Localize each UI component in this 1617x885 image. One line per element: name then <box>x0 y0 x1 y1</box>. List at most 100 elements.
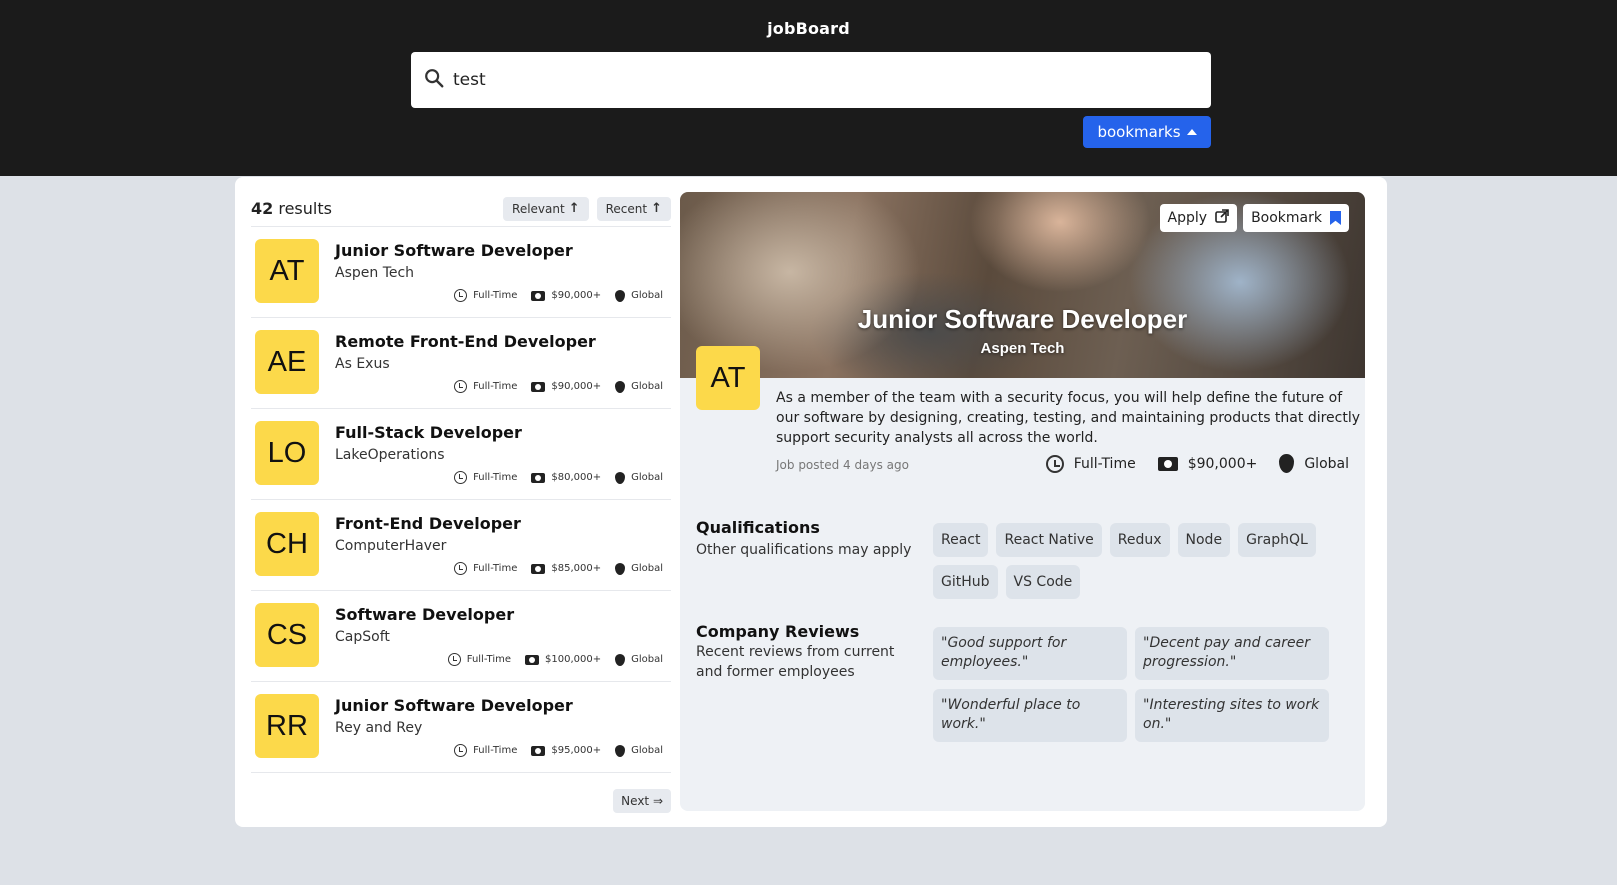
qualifications-title: Qualifications <box>696 518 820 537</box>
job-type: Full-Time <box>466 654 511 665</box>
job-title: Junior Software Developer <box>335 696 573 715</box>
posted-date: Job posted 4 days ago <box>776 458 909 472</box>
sort-recent-label: Recent <box>605 201 648 216</box>
sort-relevant-button[interactable]: Relevant ↑ <box>503 196 589 221</box>
job-salary: $90,000+ <box>551 381 602 392</box>
list-header: 42 results Relevant ↑ Recent ↑ <box>251 191 671 227</box>
apply-button[interactable]: Apply <box>1159 204 1238 232</box>
job-list-item[interactable]: RR Junior Software Developer Rey and Rey… <box>251 682 671 773</box>
apply-label: Apply <box>1167 210 1208 226</box>
qualifications-subtitle: Other qualifications may apply <box>696 542 912 558</box>
results-number: 42 <box>251 199 274 218</box>
company-logo: AT <box>255 239 319 303</box>
job-location: Global <box>631 381 663 392</box>
job-list-item[interactable]: AT Junior Software Developer Aspen Tech … <box>251 227 671 318</box>
review-card: "Decent pay and career progression." <box>1135 627 1329 680</box>
detail-type: Full-Time <box>1073 455 1136 472</box>
sort-recent-button[interactable]: Recent ↑ <box>596 196 671 221</box>
bookmark-button[interactable]: Bookmark <box>1243 204 1349 232</box>
detail-meta: Full-Time $90,000+ Global <box>1045 454 1349 473</box>
job-list-item[interactable]: AE Remote Front-End Developer As Exus Fu… <box>251 318 671 409</box>
qualification-tag: VS Code <box>1005 565 1081 599</box>
results-count: 42 results <box>251 199 332 218</box>
job-list-item[interactable]: CS Software Developer CapSoft Full-Time … <box>251 591 671 682</box>
job-description: As a member of the team with a security … <box>776 390 1361 446</box>
job-meta: Full-Time $100,000+ Global <box>447 653 663 666</box>
job-salary: $100,000+ <box>545 654 602 665</box>
brand-logo: jobBoard <box>767 19 850 38</box>
job-type: Full-Time <box>473 563 518 574</box>
top-bar: jobBoard test bookmarks <box>0 0 1617 176</box>
money-icon <box>1157 456 1178 471</box>
job-list-item[interactable]: CH Front-End Developer ComputerHaver Ful… <box>251 500 671 591</box>
review-card: "Interesting sites to work on." <box>1135 689 1329 742</box>
clock-icon <box>454 289 468 302</box>
bookmarks-button[interactable]: bookmarks <box>1083 116 1211 148</box>
job-company: Aspen Tech <box>335 265 415 281</box>
next-page-button[interactable]: Next ⇒ <box>613 789 671 813</box>
job-type: Full-Time <box>473 472 518 483</box>
bookmarks-button-label: bookmarks <box>1097 123 1181 141</box>
qualification-tag: React <box>933 523 989 557</box>
qualification-tag: React Native <box>996 523 1102 557</box>
location-pin-icon <box>615 289 626 302</box>
qualification-tag: Node <box>1177 523 1231 557</box>
job-location: Global <box>631 654 663 665</box>
job-type: Full-Time <box>473 290 518 301</box>
job-location: Global <box>631 472 663 483</box>
job-title: Remote Front-End Developer <box>335 332 596 351</box>
money-icon <box>525 654 539 665</box>
review-card: "Good support for employees." <box>933 627 1127 680</box>
results-card: 42 results Relevant ↑ Recent ↑ AT Junior S… <box>235 177 1387 827</box>
location-pin-icon <box>1279 454 1295 473</box>
job-salary: $80,000+ <box>551 472 602 483</box>
job-list: 42 results Relevant ↑ Recent ↑ AT Junior S… <box>251 191 671 813</box>
job-type: Full-Time <box>473 381 518 392</box>
job-detail-panel: Junior Software Developer Aspen Tech App… <box>680 192 1365 811</box>
search-bar[interactable]: test <box>411 52 1211 108</box>
job-title: Software Developer <box>335 605 515 624</box>
detail-location: Global <box>1304 455 1349 472</box>
job-salary: $85,000+ <box>551 563 602 574</box>
detail-salary: $90,000+ <box>1187 455 1258 472</box>
reviews-subtitle: Recent reviews from current and former e… <box>696 644 895 680</box>
money-icon <box>531 745 546 756</box>
search-icon <box>423 67 445 93</box>
company-logo: AE <box>255 330 319 394</box>
job-type: Full-Time <box>473 745 518 756</box>
company-logo: RR <box>255 694 319 758</box>
job-location: Global <box>631 745 663 756</box>
reviews-title: Company Reviews <box>696 622 860 641</box>
location-pin-icon <box>615 744 626 757</box>
job-meta: Full-Time $90,000+ Global <box>454 380 663 393</box>
caret-up-icon <box>1186 129 1197 135</box>
job-company: As Exus <box>335 356 390 372</box>
job-company: LakeOperations <box>335 447 445 463</box>
qualification-tag: GitHub <box>933 565 998 599</box>
bookmark-icon <box>1330 211 1341 225</box>
job-hero-image: Junior Software Developer Aspen Tech App… <box>680 192 1365 378</box>
arrow-up-icon: ↑ <box>651 201 662 216</box>
company-logo: LO <box>255 421 319 485</box>
company-logo: CS <box>255 603 319 667</box>
review-card: "Wonderful place to work." <box>933 689 1127 742</box>
money-icon <box>531 563 546 574</box>
job-company: Rey and Rey <box>335 720 423 736</box>
job-title: Front-End Developer <box>335 514 521 533</box>
location-pin-icon <box>615 562 626 575</box>
qualification-tag: Redux <box>1109 523 1170 557</box>
detail-company: Aspen Tech <box>980 340 1065 357</box>
sort-relevant-label: Relevant <box>512 201 565 216</box>
bookmark-label: Bookmark <box>1251 210 1322 226</box>
search-input[interactable]: test <box>453 70 486 90</box>
qualification-tag: GraphQL <box>1238 523 1316 557</box>
detail-title: Junior Software Developer <box>857 304 1188 334</box>
job-salary: $95,000+ <box>551 745 602 756</box>
clock-icon <box>454 744 468 757</box>
job-meta: Full-Time $80,000+ Global <box>454 471 663 484</box>
job-company: ComputerHaver <box>335 538 447 554</box>
money-icon <box>531 472 546 483</box>
detail-company-logo: AT <box>696 346 760 410</box>
job-list-item[interactable]: LO Full-Stack Developer LakeOperations F… <box>251 409 671 500</box>
qualification-tags: React React Native Redux Node GraphQL Gi… <box>933 523 1353 599</box>
